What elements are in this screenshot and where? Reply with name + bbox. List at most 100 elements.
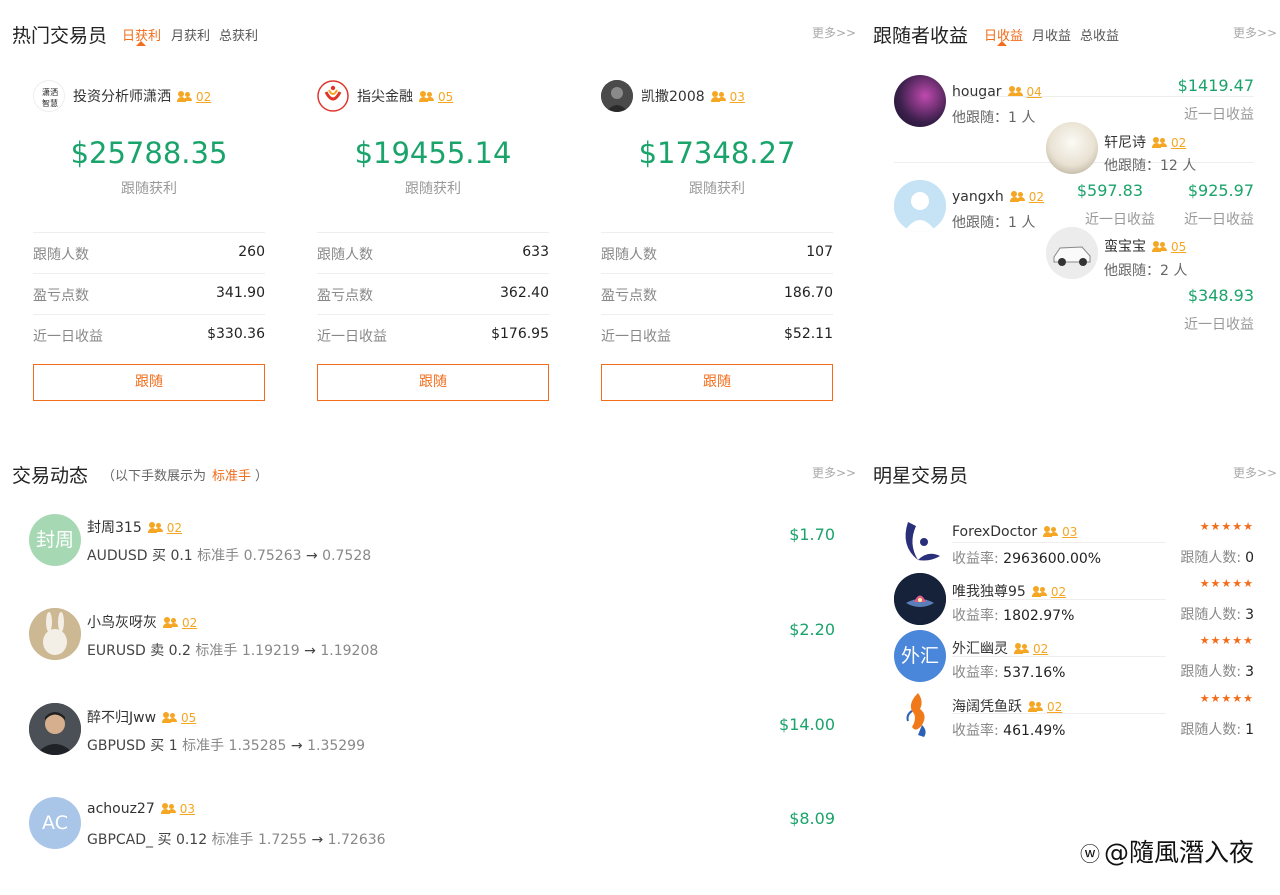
followers-badge[interactable]: 02 <box>1028 700 1062 714</box>
follower-name[interactable]: 蛮宝宝 <box>1104 239 1146 255</box>
followers-badge[interactable]: 05 <box>162 711 196 725</box>
trader-avatar[interactable] <box>317 80 349 112</box>
earnings-amount: $348.93 <box>1187 286 1254 305</box>
star-trader-name[interactable]: ForexDoctor <box>952 524 1037 540</box>
trader-avatar[interactable]: 封周 <box>29 514 81 566</box>
people-icon <box>163 617 181 629</box>
trade-trader-row: 封周315 02 <box>87 517 182 537</box>
followers-badge[interactable]: 05 <box>419 90 453 104</box>
trader-avatar[interactable] <box>894 687 946 739</box>
trader-name-row: 凯撒2008 03 <box>641 86 745 106</box>
follower-earnings-title: 跟随者收益 <box>873 25 969 47</box>
follower-name[interactable]: yangxh <box>952 189 1004 205</box>
trader-avatar[interactable] <box>29 608 81 660</box>
followers-badge[interactable]: 05 <box>1152 240 1186 254</box>
stat-label: 跟随人数 <box>317 247 373 263</box>
tab-monthly-profit[interactable]: 月获利 <box>171 25 210 44</box>
follower-count: 跟随人数: 3 <box>1180 664 1254 680</box>
followers-badge[interactable]: 02 <box>147 521 182 535</box>
followers-badge[interactable]: 02 <box>1014 642 1048 656</box>
stat-row: 近一日收益 $330.36 <box>33 314 265 354</box>
followers-badge[interactable]: 02 <box>163 616 197 630</box>
watermark: ⓦ @隨風潛入夜 <box>1079 838 1254 867</box>
follow-button[interactable]: 跟随 <box>33 364 265 401</box>
return-rate: 收益率: 537.16% <box>952 665 1066 681</box>
hot-traders-title: 热门交易员 <box>12 25 108 47</box>
trader-name[interactable]: 投资分析师潇洒 <box>73 89 171 105</box>
follower-earnings-more-link[interactable]: 更多>> <box>1233 24 1277 41</box>
follower-avatar[interactable] <box>1046 227 1098 279</box>
star-trader-name[interactable]: 外汇幽灵 <box>952 641 1008 657</box>
trader-name[interactable]: 凯撒2008 <box>641 89 705 105</box>
followers-badge[interactable]: 02 <box>1152 136 1186 150</box>
followers-badge[interactable]: 03 <box>160 802 195 816</box>
trade-trader-name[interactable]: 封周315 <box>87 520 142 536</box>
followers-badge[interactable]: 02 <box>1009 190 1044 204</box>
follower-name[interactable]: 轩尼诗 <box>1104 135 1146 151</box>
tab-total-profit[interactable]: 总获利 <box>219 25 258 44</box>
divider <box>952 599 1166 600</box>
return-rate: 收益率: 1802.97% <box>952 608 1075 624</box>
stat-value: $330.36 <box>207 326 265 342</box>
trade-feed-more-link[interactable]: 更多>> <box>812 464 856 481</box>
followers-badge[interactable]: 02 <box>177 90 211 104</box>
trader-name-row: 指尖金融 05 <box>357 86 453 106</box>
stat-value: 633 <box>522 244 549 260</box>
star-trader-name[interactable]: 唯我独尊95 <box>952 584 1026 600</box>
follow-profit-label: 跟随获利 <box>121 181 177 197</box>
rating-stars: ★★★★★ <box>1199 634 1254 647</box>
earnings-amount: $925.97 <box>1187 181 1254 200</box>
tab-total-earnings[interactable]: 总收益 <box>1080 25 1119 44</box>
follower-avatar[interactable] <box>1046 122 1098 174</box>
follower-avatar[interactable] <box>894 180 946 232</box>
star-trader-name-row: 唯我独尊95 02 <box>952 581 1066 601</box>
stat-row: 跟随人数 633 <box>317 232 549 272</box>
people-icon <box>1031 586 1050 598</box>
stat-label: 盈亏点数 <box>33 288 89 304</box>
trader-avatar[interactable] <box>29 703 81 755</box>
trader-avatar[interactable] <box>894 573 946 625</box>
follow-profit-value: $25788.35 <box>70 136 228 170</box>
follower-count: 跟随人数: 0 <box>1180 550 1254 566</box>
people-icon <box>419 91 437 103</box>
trader-avatar[interactable]: 潇洒 智慧 <box>33 80 65 112</box>
trader-name-row: 投资分析师潇洒 02 <box>73 86 211 106</box>
earnings-label: 近一日收益 <box>1184 212 1254 228</box>
earnings-amount: $1419.47 <box>1177 76 1254 95</box>
star-traders-more-link[interactable]: 更多>> <box>1233 464 1277 481</box>
following-count: 他跟随：1 人 <box>952 110 1036 126</box>
trader-name[interactable]: 指尖金融 <box>357 89 413 105</box>
trade-profit: $2.20 <box>789 620 835 639</box>
followers-badge[interactable]: 02 <box>1031 585 1066 599</box>
stat-label: 近一日收益 <box>33 329 103 345</box>
follower-count: 跟随人数: 3 <box>1180 607 1254 623</box>
trade-trader-name[interactable]: 小鸟灰呀灰 <box>87 615 157 631</box>
follower-name[interactable]: hougar <box>952 84 1002 100</box>
followers-badge[interactable]: 03 <box>710 90 745 104</box>
trader-avatar[interactable]: 外汇 <box>894 630 946 682</box>
people-icon <box>147 522 166 534</box>
followers-badge[interactable]: 03 <box>1043 525 1077 539</box>
follow-button[interactable]: 跟随 <box>317 364 549 401</box>
active-tab-caret <box>997 41 1007 46</box>
follow-button[interactable]: 跟随 <box>601 364 833 401</box>
people-icon <box>1152 137 1170 149</box>
trade-trader-name[interactable]: achouz27 <box>87 801 155 817</box>
hot-traders-more-link[interactable]: 更多>> <box>812 24 856 41</box>
trade-detail: EURUSD 卖 0.2 标准手 1.19219 → 1.19208 <box>87 643 379 659</box>
trader-avatar[interactable] <box>601 80 633 112</box>
trader-avatar[interactable] <box>894 516 946 568</box>
stat-label: 跟随人数 <box>33 247 89 263</box>
tab-monthly-earnings[interactable]: 月收益 <box>1032 25 1071 44</box>
svg-text:智慧: 智慧 <box>42 98 58 108</box>
stat-value: $52.11 <box>784 326 833 342</box>
trade-trader-name[interactable]: 醉不归Jww <box>87 710 156 726</box>
following-count: 他跟随：2 人 <box>1104 263 1188 279</box>
follower-avatar[interactable] <box>894 75 946 127</box>
follow-profit-value: $17348.27 <box>638 136 796 170</box>
people-icon <box>177 91 195 103</box>
return-rate: 收益率: 2963600.00% <box>952 551 1102 567</box>
trade-trader-row: 小鸟灰呀灰 02 <box>87 612 197 632</box>
trade-detail: AUDUSD 买 0.1 标准手 0.75263 → 0.7528 <box>87 548 372 564</box>
trader-avatar[interactable]: AC <box>29 797 81 849</box>
